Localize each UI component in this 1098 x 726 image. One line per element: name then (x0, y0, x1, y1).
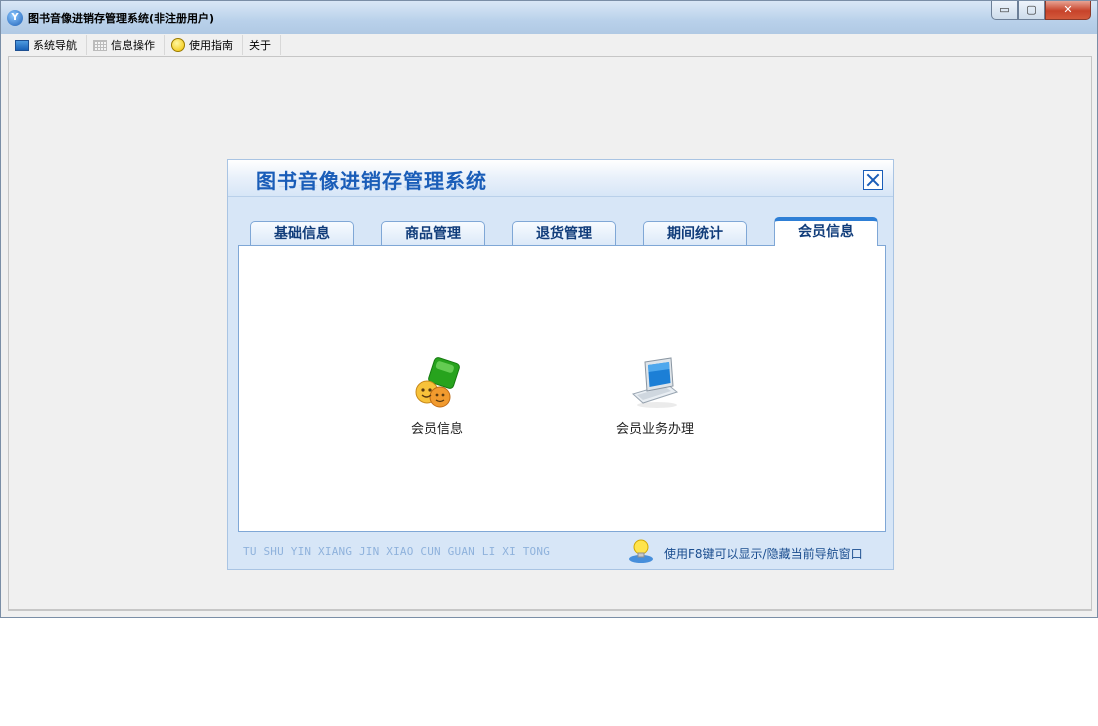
lightbulb-icon (628, 538, 654, 564)
panel-close-icon[interactable] (863, 170, 883, 190)
menu-label: 系统导航 (33, 39, 77, 52)
panel-header: 图书音像进销存管理系统 图书音像进销存管理系统 (228, 160, 893, 197)
tab-basic-info[interactable]: 基础信息 (250, 221, 354, 245)
computer-icon (627, 356, 683, 412)
menu-label: 信息操作 (111, 39, 155, 52)
navigation-panel: 图书音像进销存管理系统 图书音像进销存管理系统 基础信息 商品管理 退货管理 期… (227, 159, 894, 570)
tab-content-area: 会员信息 会员业务办理 (238, 245, 886, 532)
tab-goods-management[interactable]: 商品管理 (381, 221, 485, 245)
f8-hint-text: 使用F8键可以显示/隐藏当前导航窗口 (664, 547, 863, 561)
close-button[interactable]: ✕ (1045, 1, 1091, 20)
panel-title: 图书音像进销存管理系统 (256, 169, 487, 193)
menu-about[interactable]: 关于 (243, 35, 281, 55)
feature-member-info[interactable]: 会员信息 (377, 356, 497, 437)
feature-label: 会员信息 (410, 422, 463, 437)
panel-title-reflection: 图书音像进销存管理系统 (256, 186, 487, 190)
members-icon (409, 356, 465, 412)
status-divider (8, 610, 1092, 611)
menu-label: 关于 (249, 39, 271, 52)
feature-label: 会员业务办理 (615, 422, 694, 437)
app-icon: Y (7, 10, 23, 26)
menu-info-ops[interactable]: 信息操作 (87, 35, 165, 55)
menu-system-nav[interactable]: 系统导航 (9, 35, 87, 55)
pinyin-caption: TU SHU YIN XIANG JIN XIAO CUN GUAN LI XI… (243, 545, 551, 558)
tab-period-statistics[interactable]: 期间统计 (643, 221, 747, 245)
minimize-button[interactable]: ▭ (991, 1, 1018, 20)
menu-label: 使用指南 (189, 39, 233, 52)
feature-member-business[interactable]: 会员业务办理 (595, 356, 715, 437)
maximize-button[interactable]: ▢ (1018, 1, 1045, 20)
window-title: 图书音像进销存管理系统(非注册用户) (28, 12, 215, 25)
menu-user-guide[interactable]: 使用指南 (165, 35, 243, 55)
window-controls: ▭ ▢ ✕ (991, 1, 1091, 21)
tab-returns-management[interactable]: 退货管理 (512, 221, 616, 245)
menu-bar: 系统导航 信息操作 使用指南 关于 (9, 35, 1091, 55)
monitor-icon (15, 39, 29, 51)
help-icon (171, 38, 185, 52)
title-bar[interactable]: Y 图书音像进销存管理系统(非注册用户) ▭ ▢ ✕ (1, 1, 1097, 34)
grid-icon (93, 39, 107, 51)
tab-member-info[interactable]: 会员信息 (774, 217, 878, 246)
